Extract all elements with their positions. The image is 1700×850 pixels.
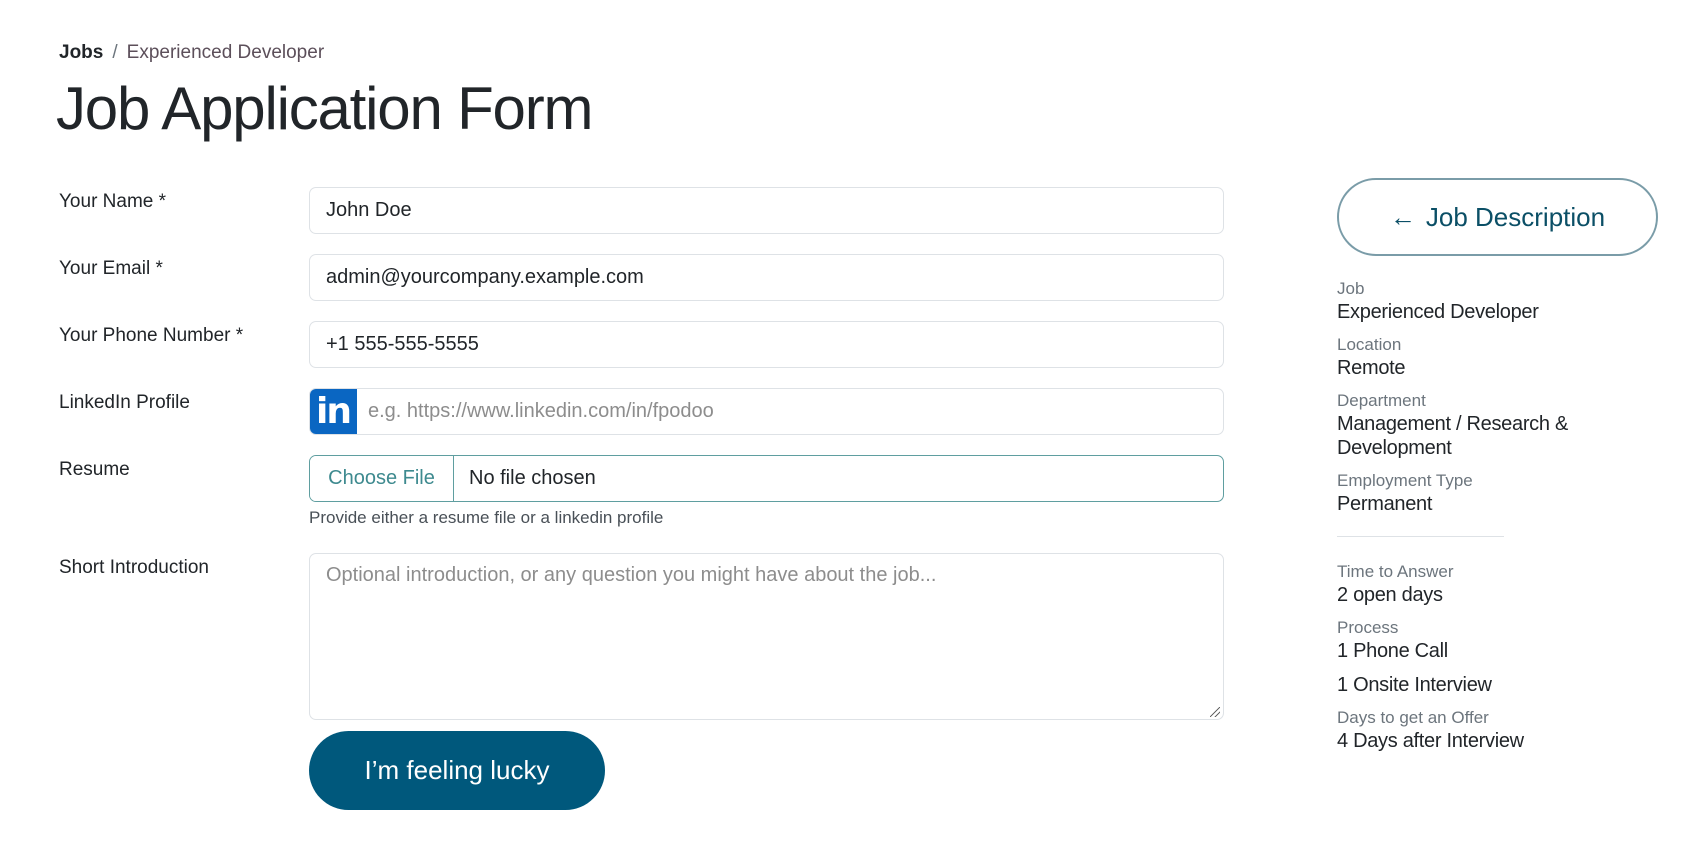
detail-value: 1 Phone Call [1337,640,1448,662]
detail-value: 2 open days [1337,584,1443,606]
linkedin-icon: in [310,389,357,434]
phone-input[interactable]: +1 555-555-5555 [309,321,1224,368]
detail-value: 1 Onsite Interview [1337,674,1492,696]
arrow-left-icon: ← [1389,201,1416,232]
linkedin-input-group: in e.g. https://www.linkedin.com/in/fpod… [309,388,1224,435]
detail-label: Job [1337,279,1365,298]
name-input[interactable]: John Doe [309,187,1224,234]
file-status: No file chosen [469,467,596,489]
breadcrumb-current: Experienced Developer [126,42,325,63]
detail-value: 4 Days after Interview [1337,730,1524,752]
email-input[interactable]: admin@yourcompany.example.com [309,254,1224,301]
detail-time-to-answer: Time to Answer 2 open days [1337,561,1667,607]
choose-file-button[interactable]: Choose File [310,456,454,501]
detail-days-to-offer: Days to get an Offer 4 Days after Interv… [1337,707,1667,753]
job-description-label: Job Description [1425,201,1606,232]
detail-label: Location [1337,335,1402,354]
detail-process: Process 1 Phone Call 1 Onsite Interview [1337,617,1667,697]
resize-handle-icon[interactable] [1210,707,1220,717]
submit-button[interactable]: I’m feeling lucky [309,731,605,810]
introduction-textarea[interactable]: Optional introduction, or any question y… [309,553,1224,720]
name-label: Your Name * [59,191,167,212]
resume-file-input[interactable]: Choose File No file chosen [309,455,1224,502]
breadcrumb: Jobs / Experienced Developer [59,42,324,64]
sidebar-divider [1337,536,1504,537]
email-label: Your Email * [59,258,163,279]
breadcrumb-jobs-link[interactable]: Jobs [59,42,103,64]
job-sidebar: ← Job Description Job Experienced Develo… [1337,178,1667,763]
page-title: Job Application Form [56,75,593,142]
resume-label: Resume [59,459,130,480]
introduction-placeholder: Optional introduction, or any question y… [326,564,937,586]
detail-label: Days to get an Offer [1337,708,1489,727]
detail-label: Process [1337,618,1399,637]
resume-helper-text: Provide either a resume file or a linked… [309,508,664,527]
detail-value: Experienced Developer [1337,301,1539,323]
detail-value: Permanent [1337,493,1433,515]
detail-value: Remote [1337,357,1406,379]
detail-label: Department [1337,391,1426,410]
detail-label: Time to Answer [1337,562,1454,581]
breadcrumb-separator: / [112,42,118,63]
detail-location: Location Remote [1337,334,1667,380]
linkedin-label: LinkedIn Profile [59,392,190,413]
introduction-label: Short Introduction [59,557,209,578]
detail-department: Department Management / Research & Devel… [1337,390,1667,460]
job-details: Job Experienced Developer Location Remot… [1337,278,1667,516]
process-details: Time to Answer 2 open days Process 1 Pho… [1337,561,1667,753]
linkedin-input[interactable]: e.g. https://www.linkedin.com/in/fpodoo [357,389,1223,434]
phone-label: Your Phone Number * [59,325,244,346]
detail-label: Employment Type [1337,471,1473,490]
detail-job: Job Experienced Developer [1337,278,1667,324]
job-description-button[interactable]: ← Job Description [1337,178,1658,256]
detail-employment-type: Employment Type Permanent [1337,470,1667,516]
detail-value: Management / Research & Development [1337,413,1569,459]
